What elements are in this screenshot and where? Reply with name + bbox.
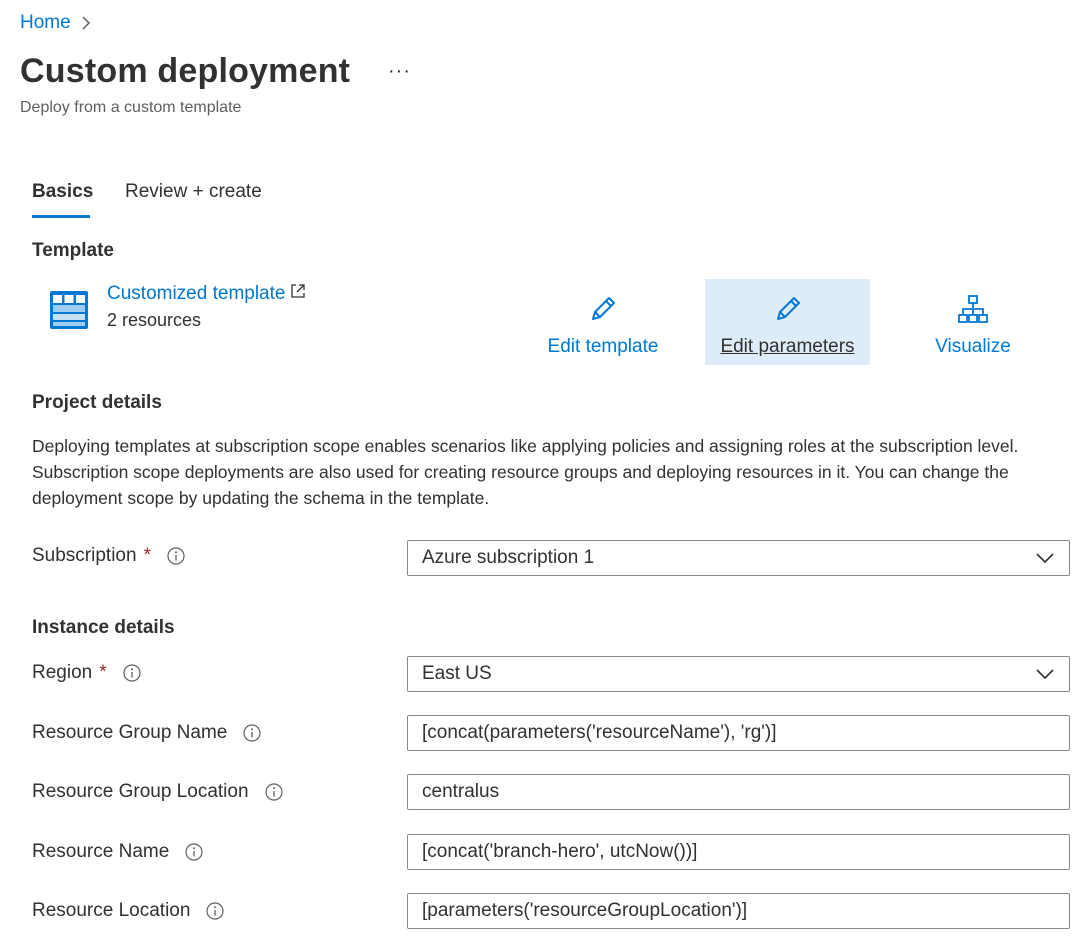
edit-template-label: Edit template	[547, 336, 659, 357]
region-dropdown[interactable]: East US	[407, 656, 1070, 692]
info-icon[interactable]	[206, 902, 225, 920]
region-label-text: Region	[32, 662, 93, 683]
project-details-description: Deploying templates at subscription scop…	[32, 436, 1019, 508]
info-icon[interactable]	[185, 843, 203, 861]
tab-basics[interactable]: Basics	[32, 181, 93, 203]
more-options-button[interactable]: ···	[388, 60, 411, 83]
breadcrumb-home-link[interactable]: Home	[20, 12, 71, 34]
resource-group-name-label: Resource Group Name	[32, 722, 261, 744]
active-tab-indicator	[32, 215, 90, 218]
info-icon[interactable]	[264, 783, 283, 801]
resource-location-input[interactable]: [parameters('resourceGroupLocation')]	[407, 893, 1070, 929]
pencil-icon	[772, 293, 804, 330]
subscription-value: Azure subscription 1	[422, 547, 595, 568]
resource-group-location-label-text: Resource Group Location	[32, 781, 249, 802]
template-icon	[50, 291, 88, 329]
required-marker: *	[143, 545, 151, 566]
customized-template-label: Customized template	[107, 283, 286, 304]
hierarchy-icon	[957, 293, 989, 330]
page-title: Custom deployment	[20, 52, 351, 90]
edit-parameters-label: Edit parameters	[720, 336, 855, 357]
chevron-down-icon	[1035, 548, 1055, 568]
resource-group-location-label: Resource Group Location	[32, 781, 283, 803]
edit-template-button[interactable]: Edit template	[520, 279, 686, 365]
page-subtitle: Deploy from a custom template	[20, 99, 242, 116]
region-value: East US	[422, 663, 492, 684]
resource-name-label-text: Resource Name	[32, 841, 170, 862]
resource-group-location-input[interactable]: centralus	[407, 774, 1070, 810]
instance-details-heading: Instance details	[32, 617, 175, 638]
info-icon[interactable]	[243, 724, 261, 742]
info-icon[interactable]	[123, 664, 141, 682]
chevron-right-icon	[81, 15, 91, 31]
visualize-button[interactable]: Visualize	[890, 279, 1056, 365]
template-resource-count: 2 resources	[107, 310, 202, 330]
info-icon[interactable]	[167, 547, 185, 565]
region-label: Region *	[32, 662, 141, 684]
project-details-heading: Project details	[32, 392, 162, 413]
edit-parameters-button[interactable]: Edit parameters	[705, 279, 870, 365]
breadcrumb: Home	[20, 12, 91, 34]
subscription-label: Subscription *	[32, 545, 185, 567]
resource-location-label-text: Resource Location	[32, 900, 191, 921]
resource-name-input[interactable]: [concat('branch-hero', utcNow())]	[407, 834, 1070, 870]
resource-group-name-input[interactable]: [concat(parameters('resourceName'), 'rg'…	[407, 715, 1070, 751]
required-marker: *	[99, 662, 107, 683]
subscription-label-text: Subscription	[32, 545, 137, 566]
customized-template-link[interactable]: Customized template	[107, 282, 307, 306]
resource-location-label: Resource Location	[32, 900, 225, 922]
resource-name-label: Resource Name	[32, 841, 203, 863]
resource-group-name-label-text: Resource Group Name	[32, 722, 228, 743]
chevron-down-icon	[1035, 664, 1055, 684]
visualize-label: Visualize	[935, 336, 1011, 357]
pencil-icon	[587, 293, 619, 330]
template-heading: Template	[32, 240, 115, 261]
subscription-dropdown[interactable]: Azure subscription 1	[407, 540, 1070, 576]
external-link-icon	[289, 282, 307, 306]
tab-review-create[interactable]: Review + create	[125, 181, 262, 203]
